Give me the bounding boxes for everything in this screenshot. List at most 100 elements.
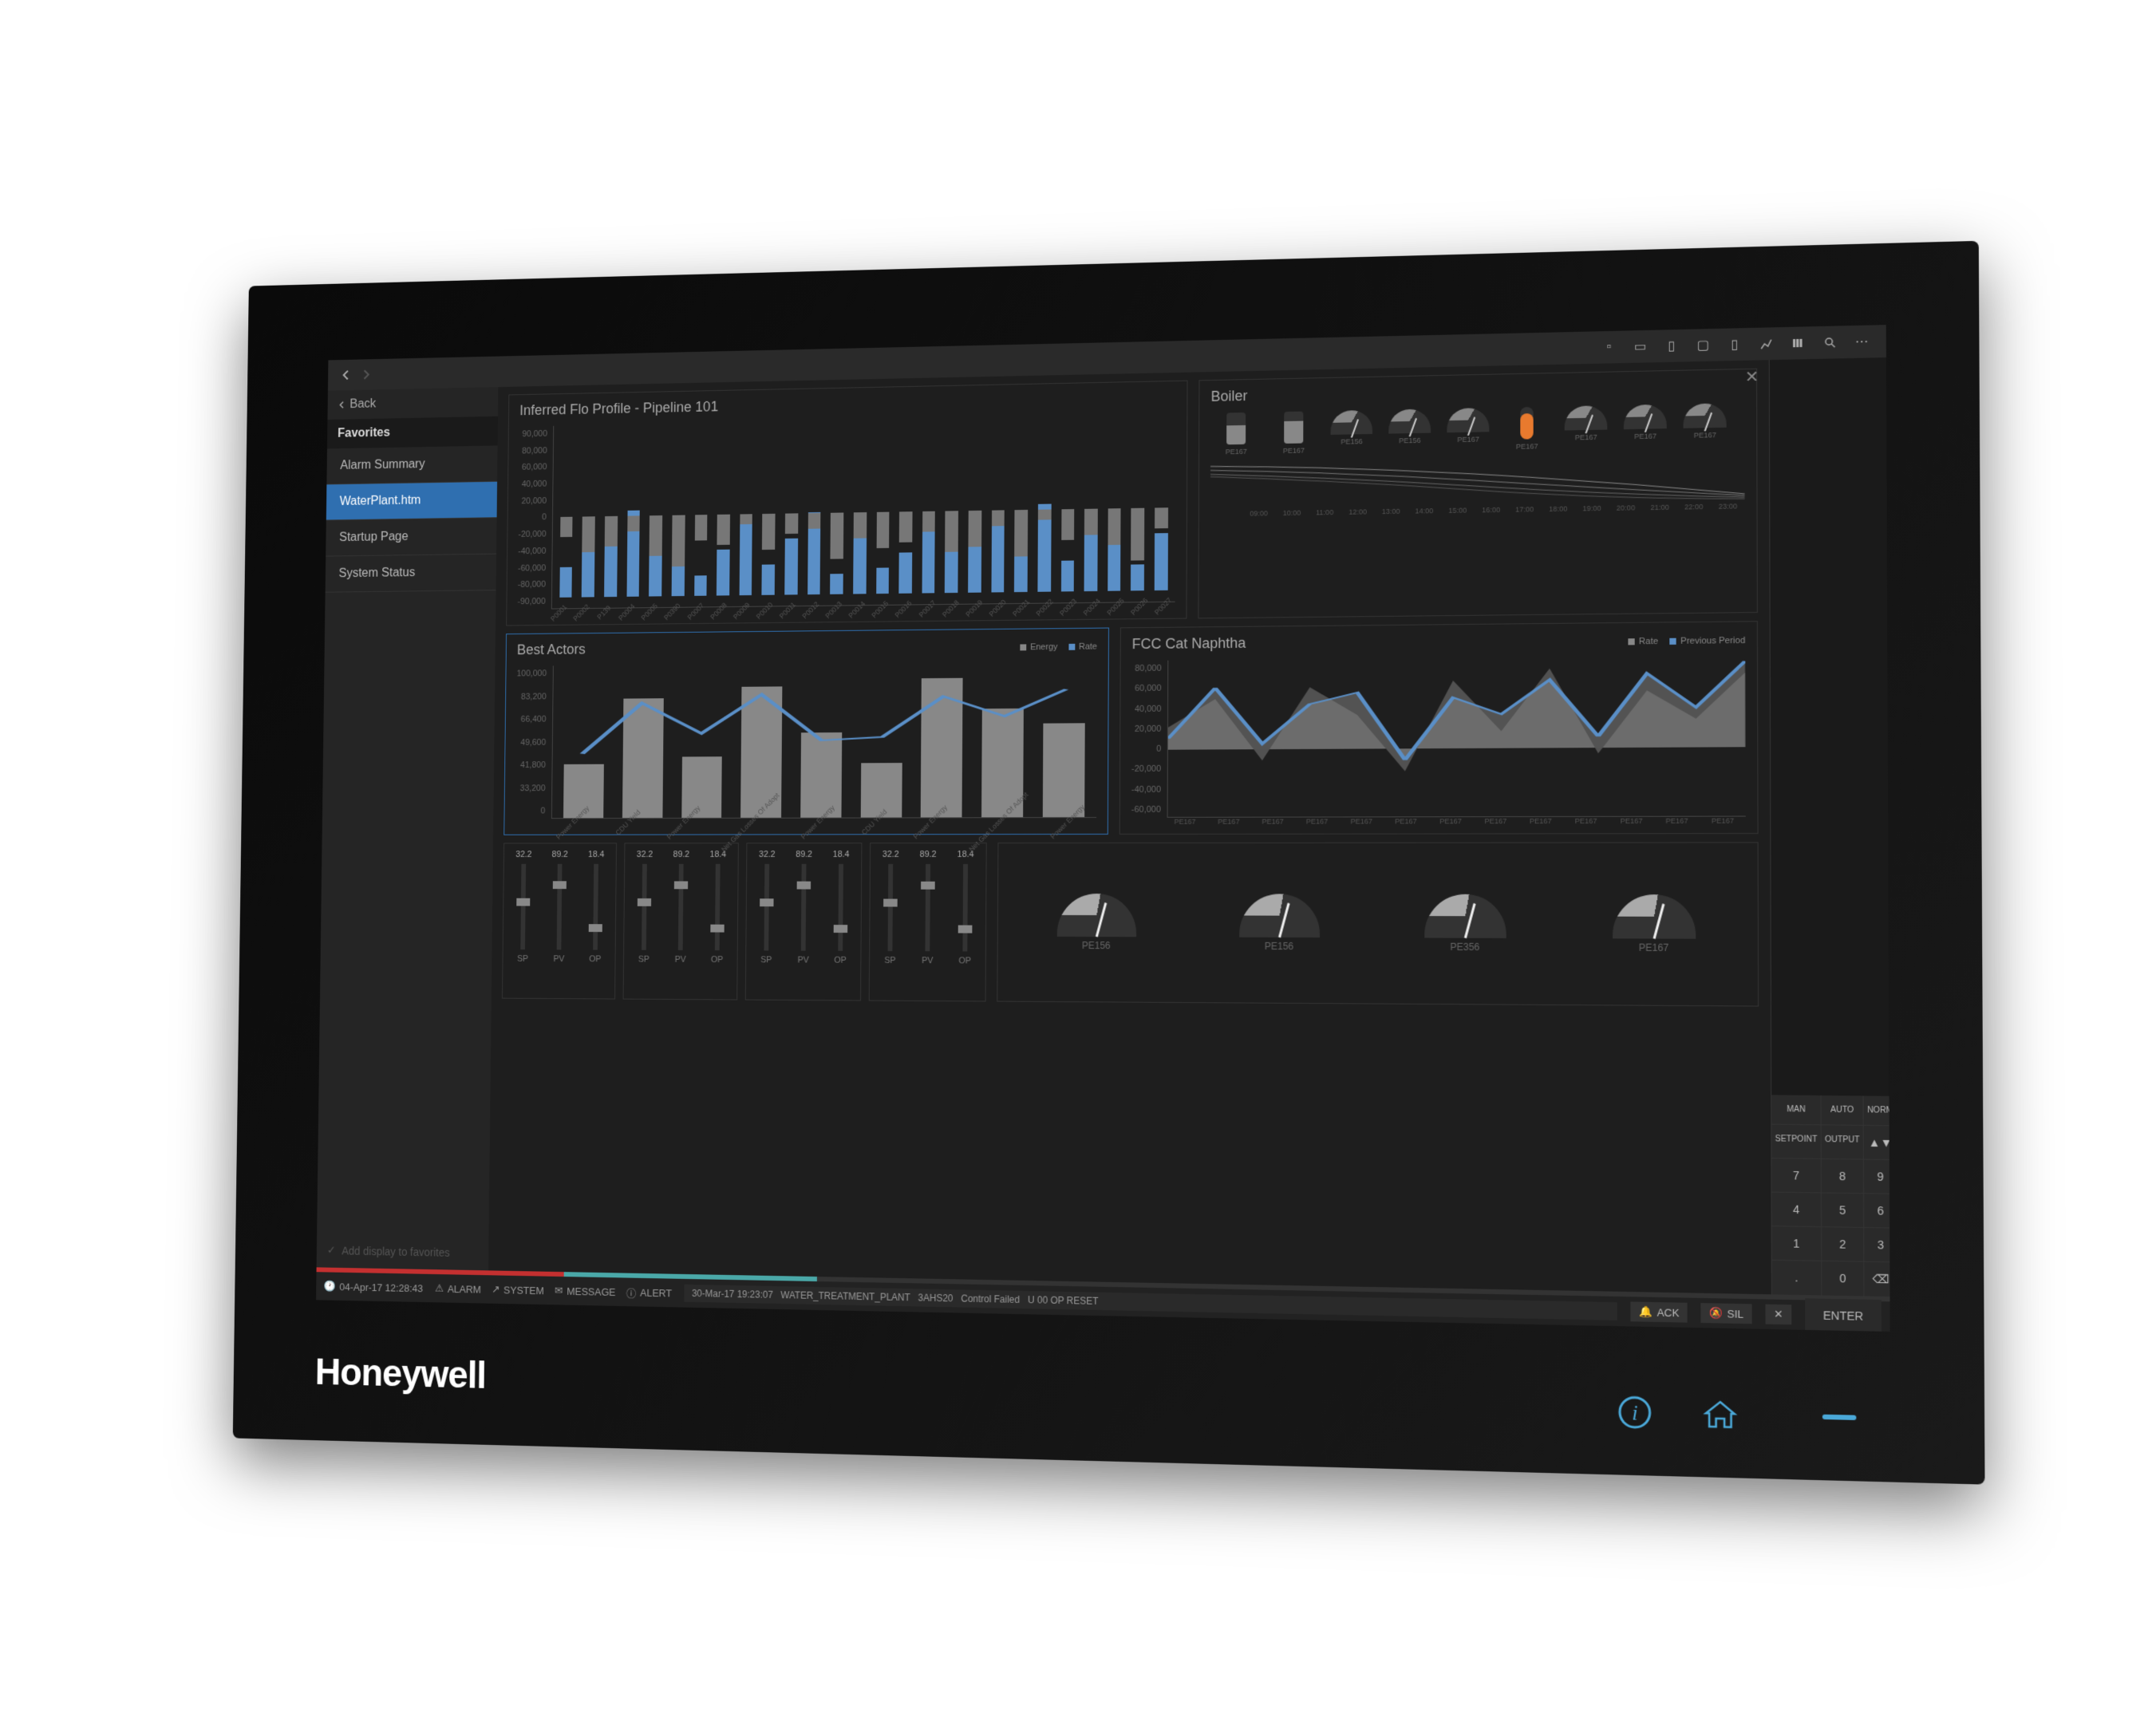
status-flag[interactable]: ⓘALERT bbox=[626, 1285, 672, 1301]
keypad-label-button[interactable]: SETPOINT bbox=[1771, 1125, 1820, 1158]
gauge-mini[interactable]: PE167 bbox=[1210, 412, 1262, 456]
nav-back-icon[interactable] bbox=[335, 364, 356, 385]
keypad-num-button[interactable]: 8 bbox=[1822, 1159, 1863, 1193]
keypad-num-button[interactable]: 7 bbox=[1771, 1158, 1820, 1192]
close-icon[interactable]: ✕ bbox=[1745, 367, 1759, 388]
slider[interactable]: 32.2SP bbox=[509, 850, 538, 992]
gauge-mini[interactable]: PE156 bbox=[1326, 410, 1378, 454]
keypad: MANAUTONORM SETPOINTOUTPUT▲▼ 789 456 123.0⌫ bbox=[1771, 1095, 1889, 1297]
panel-title: Inferred Flo Profile - Pipeline 101 bbox=[519, 389, 1176, 419]
legend-item: Rate bbox=[1068, 641, 1097, 651]
actors-chart[interactable] bbox=[551, 661, 1097, 819]
gauge-mini[interactable]: PE156 bbox=[1384, 409, 1435, 452]
keypad-num-button[interactable]: 5 bbox=[1822, 1194, 1863, 1227]
right-panel: MANAUTONORM SETPOINTOUTPUT▲▼ 789 456 123.0⌫ bbox=[1769, 357, 1890, 1297]
screen: ▫ ▭ ▯ ▢ ▯ ⋯ Back Favorites bbox=[316, 325, 1890, 1332]
legend-item: Energy bbox=[1020, 642, 1057, 652]
gauge-mini[interactable]: PE167 bbox=[1560, 405, 1613, 450]
sil-button[interactable]: 🔕 SIL bbox=[1701, 1303, 1752, 1324]
status-close-button[interactable]: ✕ bbox=[1766, 1305, 1792, 1325]
panel-best-actors: Best Actors EnergyRate 100,00083,20066,4… bbox=[503, 628, 1109, 835]
gauge-large[interactable]: PE167 bbox=[1612, 894, 1695, 953]
monitor-icon[interactable]: ▢ bbox=[1691, 333, 1716, 357]
tablet-icon[interactable]: ▯ bbox=[1659, 334, 1684, 358]
slider[interactable]: 18.4OP bbox=[950, 850, 979, 994]
keypad-mode-button[interactable]: MAN bbox=[1771, 1095, 1820, 1124]
brand-logo: Honeywell bbox=[315, 1351, 487, 1398]
gauge-large[interactable]: PE356 bbox=[1424, 894, 1506, 953]
panel-title: FCC Cat Naphtha bbox=[1132, 635, 1246, 653]
keypad-num-button[interactable]: 4 bbox=[1772, 1193, 1821, 1226]
info-hardware-button[interactable]: i bbox=[1617, 1395, 1653, 1431]
status-datetime: 🕐 04-Apr-17 12:28:43 bbox=[323, 1280, 423, 1294]
chart-icon[interactable] bbox=[1754, 331, 1779, 356]
gauges-large-panel: PE156 PE156 PE356 PE167 bbox=[997, 842, 1759, 1006]
gauge-mini[interactable]: PE167 bbox=[1679, 403, 1732, 448]
home-hardware-button[interactable] bbox=[1703, 1396, 1738, 1432]
sidebar-item[interactable]: Startup Page bbox=[326, 518, 496, 556]
sidebar-item[interactable]: WaterPlant.htm bbox=[326, 482, 497, 521]
alarm-icon: ⚠ bbox=[435, 1282, 444, 1295]
gauge-mini[interactable]: PE167 bbox=[1443, 408, 1495, 452]
power-led bbox=[1822, 1415, 1857, 1420]
panel-flo-profile: Inferred Flo Profile - Pipeline 101 90,0… bbox=[506, 381, 1188, 626]
status-flag[interactable]: ✉MESSAGE bbox=[555, 1283, 616, 1299]
sidebar-item[interactable]: Alarm Summary bbox=[326, 445, 497, 484]
keypad-mode-button[interactable]: NORM bbox=[1864, 1096, 1890, 1126]
status-flag[interactable]: ⚠ALARM bbox=[435, 1281, 481, 1297]
keypad-label-button[interactable]: OUTPUT bbox=[1822, 1125, 1863, 1158]
add-display-favorites[interactable]: ✓ Add display to favorites bbox=[317, 1233, 489, 1271]
slider-group: 32.2SP89.2PV18.4OP bbox=[502, 843, 617, 999]
gauge-large[interactable]: PE156 bbox=[1056, 894, 1136, 951]
naphtha-chart[interactable] bbox=[1167, 655, 1746, 817]
slider[interactable]: 32.2SP bbox=[630, 850, 658, 993]
keypad-num-button[interactable]: 6 bbox=[1864, 1194, 1889, 1227]
page-icon[interactable]: ▯ bbox=[1722, 332, 1747, 357]
slider-group: 32.2SP 89.2PV 18.4OP bbox=[745, 843, 863, 1001]
sidebar-back-button[interactable]: Back bbox=[327, 387, 498, 420]
gauge-mini[interactable]: PE167 bbox=[1501, 406, 1554, 451]
gauge-mini[interactable]: PE167 bbox=[1268, 411, 1319, 455]
sidebar-back-label: Back bbox=[349, 397, 376, 412]
keypad-num-button[interactable]: 1 bbox=[1772, 1226, 1822, 1261]
keypad-num-button[interactable]: 3 bbox=[1864, 1228, 1889, 1261]
panel-title: Best Actors bbox=[517, 641, 586, 658]
slider-group: 32.2SP 89.2PV 18.4OP bbox=[869, 843, 987, 1001]
slider[interactable]: 32.2SP bbox=[876, 850, 905, 994]
search-icon[interactable] bbox=[1817, 330, 1842, 354]
sidebar-heading: Favorites bbox=[327, 416, 498, 449]
ack-button[interactable]: 🔔 ACK bbox=[1631, 1301, 1688, 1322]
expand-icon[interactable]: ▫ bbox=[1597, 335, 1621, 360]
slider[interactable]: 89.2PV bbox=[789, 850, 818, 993]
keypad-updown-button[interactable]: ▲▼ bbox=[1864, 1126, 1890, 1159]
keypad-backspace-button[interactable]: ⌫ bbox=[1864, 1262, 1889, 1297]
gauge-mini[interactable]: PE167 bbox=[1619, 405, 1672, 449]
slider[interactable]: 89.2PV bbox=[545, 850, 574, 992]
flo-chart[interactable] bbox=[551, 414, 1176, 610]
slider[interactable]: 89.2PV bbox=[913, 850, 942, 994]
keypad-num-button[interactable]: 2 bbox=[1822, 1227, 1863, 1261]
enter-button[interactable]: ENTER bbox=[1805, 1298, 1882, 1332]
window-icon[interactable]: ▭ bbox=[1628, 334, 1653, 359]
menu-icon[interactable]: ⋯ bbox=[1849, 330, 1874, 354]
panel-boiler: Boiler PE167PE167PE156PE156PE167PE167PE1… bbox=[1198, 369, 1758, 619]
slider[interactable]: 18.4OP bbox=[826, 850, 855, 993]
keypad-mode-button[interactable]: AUTO bbox=[1822, 1095, 1863, 1125]
system-icon: ↗ bbox=[492, 1283, 500, 1296]
nav-forward-icon[interactable] bbox=[356, 364, 377, 385]
sidebar: Back Favorites Alarm SummaryWaterPlant.h… bbox=[317, 387, 499, 1270]
slider[interactable]: 18.4OP bbox=[703, 850, 732, 993]
slider[interactable]: 18.4OP bbox=[581, 850, 610, 992]
status-flag[interactable]: ↗SYSTEM bbox=[492, 1282, 544, 1298]
keypad-num-button[interactable]: 0 bbox=[1822, 1261, 1863, 1297]
mute-icon: 🔕 bbox=[1709, 1306, 1723, 1320]
boiler-trend-chart[interactable] bbox=[1210, 453, 1745, 510]
keypad-num-button[interactable]: . bbox=[1772, 1261, 1822, 1296]
keypad-num-button[interactable]: 9 bbox=[1864, 1160, 1889, 1194]
gauge-large[interactable]: PE156 bbox=[1239, 894, 1320, 952]
sidebar-item[interactable]: System Status bbox=[326, 555, 496, 593]
slider[interactable]: 89.2PV bbox=[666, 850, 695, 993]
message-icon: ✉ bbox=[555, 1285, 563, 1297]
library-icon[interactable] bbox=[1786, 330, 1811, 355]
slider[interactable]: 32.2SP bbox=[752, 850, 781, 993]
